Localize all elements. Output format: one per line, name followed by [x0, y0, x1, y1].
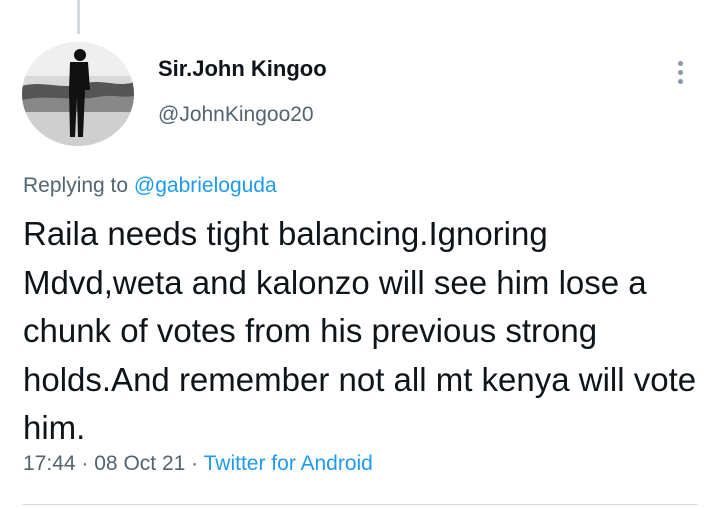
avatar[interactable] [22, 42, 134, 146]
more-dot [677, 69, 683, 75]
tweet-source-link[interactable]: Twitter for Android [204, 452, 373, 475]
meta-separator: · [81, 452, 89, 475]
tweet-metadata: 17:44 · 08 Oct 21 · Twitter for Android [23, 452, 373, 476]
more-options-icon[interactable] [664, 56, 696, 88]
more-dot [677, 78, 683, 84]
replying-to-mention-link[interactable]: @gabrieloguda [134, 174, 277, 197]
replying-to-line: Replying to @gabrieloguda [23, 174, 277, 198]
avatar-photo [22, 42, 134, 146]
tweet-date[interactable]: 08 Oct 21 [94, 452, 185, 475]
thread-connector-line [77, 0, 80, 34]
tweet-text: Raila needs tight balancing.Ignoring Mdv… [23, 215, 697, 446]
author-handle[interactable]: @JohnKingoo20 [158, 103, 314, 127]
tweet-time[interactable]: 17:44 [23, 452, 76, 475]
meta-separator: · [191, 452, 199, 475]
divider [23, 504, 697, 505]
more-dot [677, 60, 683, 66]
replying-label: Replying to [23, 174, 129, 197]
author-display-name[interactable]: Sir.John Kingoo [158, 56, 327, 82]
